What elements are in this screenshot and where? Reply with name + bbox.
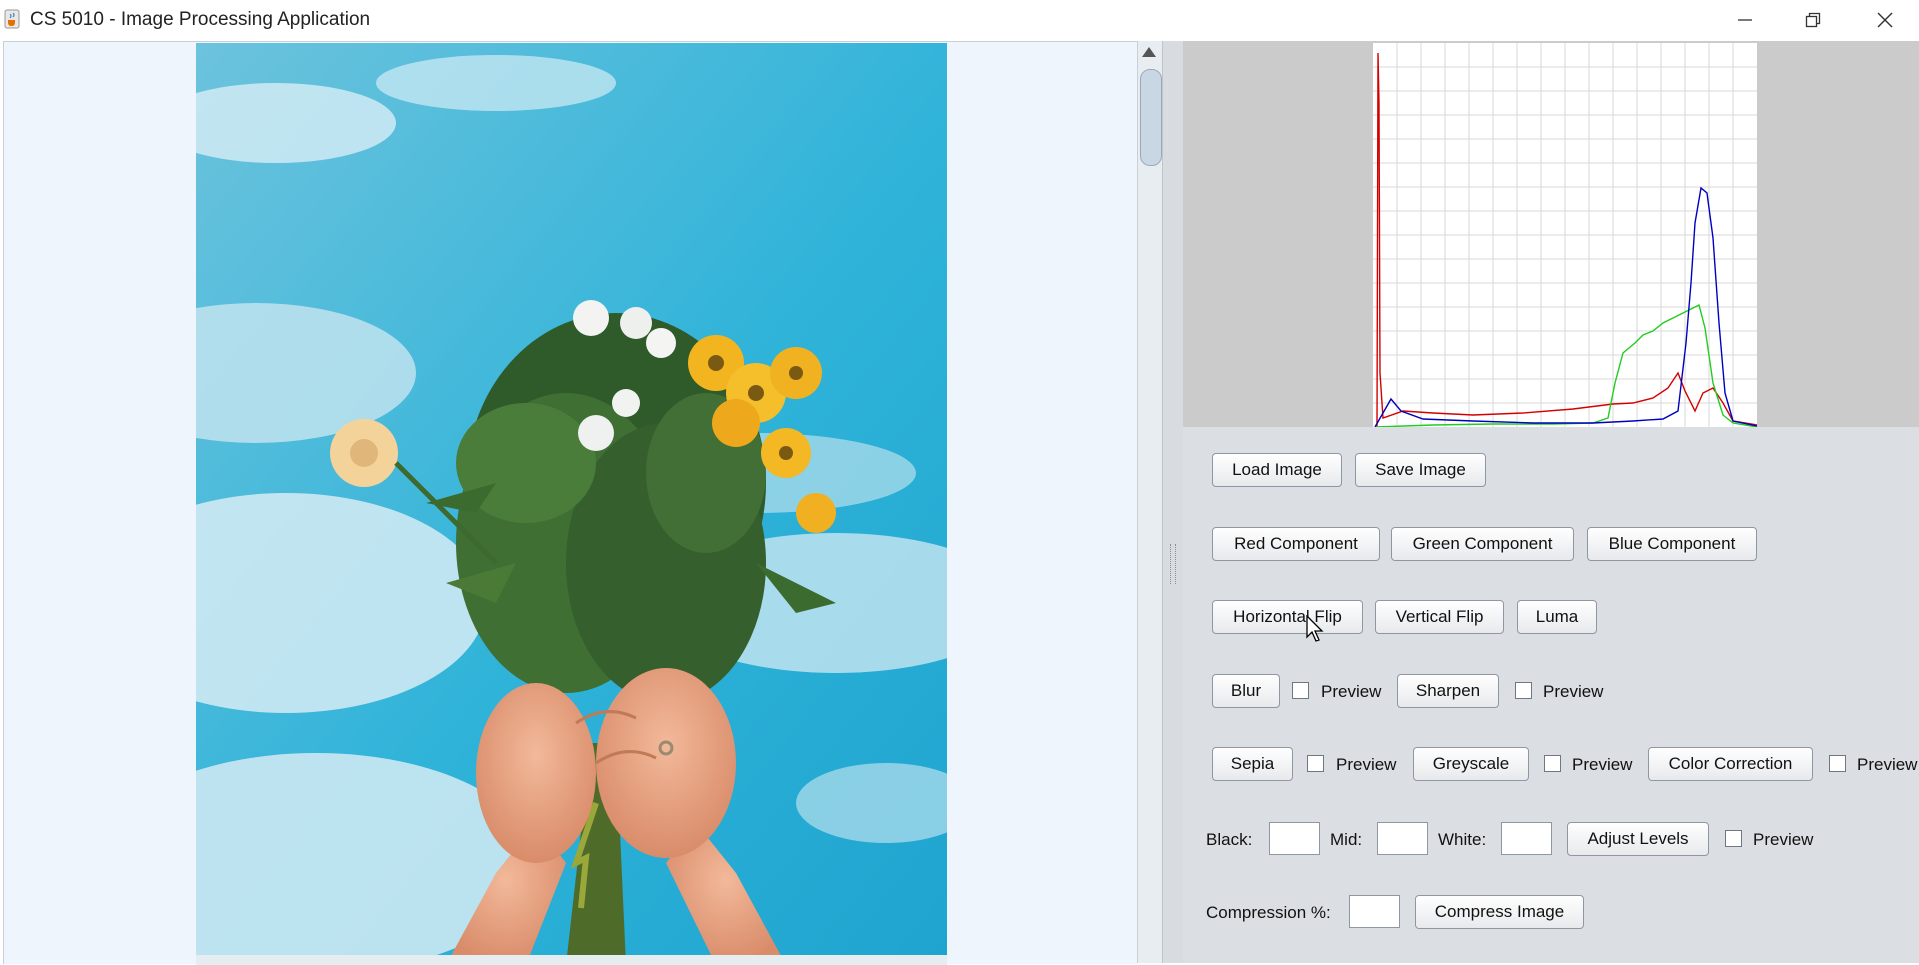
- histogram-panel: [1183, 41, 1919, 427]
- mouse-pointer-icon: [1306, 615, 1324, 642]
- title-bar: CS 5010 - Image Processing Application: [0, 0, 1919, 40]
- color-correction-preview-label: Preview: [1857, 755, 1918, 774]
- flower-bouquet-photo: [196, 43, 947, 965]
- adjust-levels-button[interactable]: Adjust Levels: [1567, 822, 1709, 856]
- red-component-button[interactable]: Red Component: [1212, 527, 1380, 561]
- black-label: Black:: [1206, 830, 1253, 849]
- sepia-preview-checkbox[interactable]: [1307, 755, 1324, 772]
- blur-preview-checkbox[interactable]: [1292, 682, 1309, 699]
- load-image-button[interactable]: Load Image: [1212, 453, 1342, 487]
- vertical-flip-button[interactable]: Vertical Flip: [1375, 600, 1504, 634]
- java-cup-icon: [4, 9, 20, 29]
- white-label: White:: [1438, 830, 1487, 849]
- mid-level-input[interactable]: [1377, 822, 1428, 855]
- sepia-preview-label: Preview: [1336, 755, 1397, 774]
- histogram-green-line: [1374, 303, 1757, 427]
- blur-button[interactable]: Blur: [1212, 674, 1280, 708]
- save-image-button[interactable]: Save Image: [1355, 453, 1486, 487]
- greyscale-button[interactable]: Greyscale: [1413, 747, 1529, 781]
- close-icon: [1877, 12, 1893, 28]
- sepia-button[interactable]: Sepia: [1212, 747, 1293, 781]
- blur-preview-label: Preview: [1321, 682, 1382, 701]
- sharpen-preview-label: Preview: [1543, 682, 1604, 701]
- compression-label: Compression %:: [1206, 903, 1331, 922]
- compress-image-button[interactable]: Compress Image: [1415, 895, 1584, 929]
- histogram-chart: [1373, 43, 1757, 427]
- adjust-levels-preview-checkbox[interactable]: [1725, 830, 1742, 847]
- controls-pane: Load Image Save Image Red Component Gree…: [1183, 41, 1919, 963]
- image-vertical-scrollbar[interactable]: [1137, 41, 1163, 963]
- greyscale-preview-checkbox[interactable]: [1544, 755, 1561, 772]
- restore-icon: [1805, 12, 1821, 28]
- histogram-red-line: [1376, 52, 1757, 427]
- close-button[interactable]: [1851, 0, 1919, 40]
- compression-input[interactable]: [1349, 895, 1400, 928]
- scroll-up-icon[interactable]: [1142, 47, 1156, 57]
- color-correction-preview-checkbox[interactable]: [1829, 755, 1846, 772]
- minimize-icon: [1738, 19, 1752, 21]
- color-correction-button[interactable]: Color Correction: [1648, 747, 1813, 781]
- black-level-input[interactable]: [1269, 822, 1320, 855]
- horizontal-flip-button[interactable]: Horizontal Flip: [1212, 600, 1363, 634]
- window-title: CS 5010 - Image Processing Application: [30, 9, 371, 30]
- sharpen-preview-checkbox[interactable]: [1515, 682, 1532, 699]
- mid-label: Mid:: [1330, 830, 1363, 849]
- scrollbar-thumb[interactable]: [1140, 69, 1162, 166]
- greyscale-preview-label: Preview: [1572, 755, 1633, 774]
- image-view-pane[interactable]: [3, 41, 1137, 965]
- adjust-levels-preview-label: Preview: [1753, 830, 1814, 849]
- sharpen-button[interactable]: Sharpen: [1397, 674, 1499, 708]
- blue-component-button[interactable]: Blue Component: [1587, 527, 1757, 561]
- divider-grip-icon: [1170, 544, 1176, 584]
- restore-button[interactable]: [1779, 0, 1847, 40]
- split-pane-divider[interactable]: [1162, 41, 1184, 963]
- minimize-button[interactable]: [1711, 0, 1779, 40]
- green-component-button[interactable]: Green Component: [1391, 527, 1574, 561]
- white-level-input[interactable]: [1501, 822, 1552, 855]
- luma-button[interactable]: Luma: [1517, 600, 1597, 634]
